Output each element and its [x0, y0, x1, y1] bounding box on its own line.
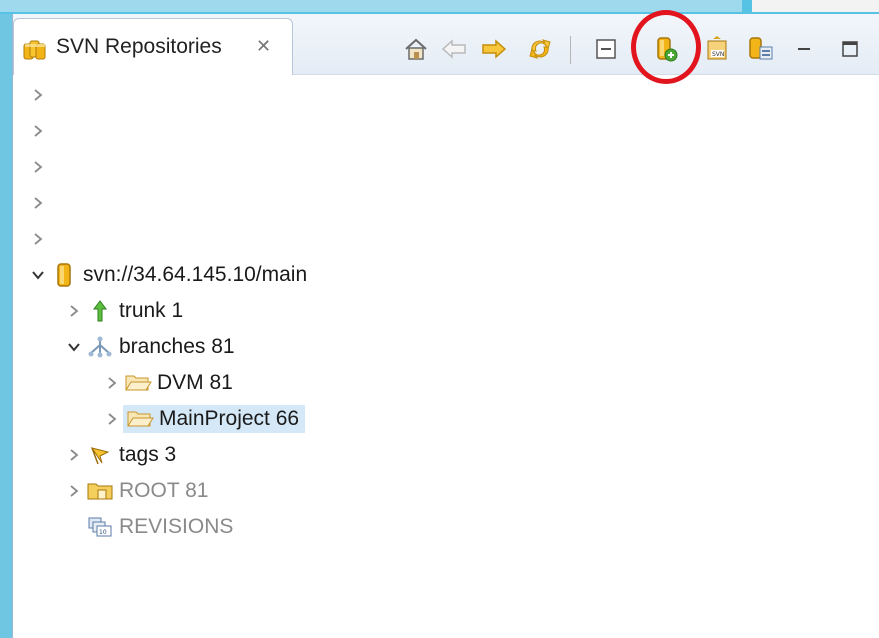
expand-chevron-icon[interactable]: [27, 88, 49, 102]
tree-row-revisions[interactable]: 10 REVISIONS: [85, 510, 239, 544]
refresh-icon: [529, 39, 551, 59]
tree-row-trunk[interactable]: trunk 1: [63, 294, 189, 328]
back-arrow-icon: [441, 39, 466, 59]
expand-chevron-icon[interactable]: [101, 376, 123, 390]
checkout-icon: [749, 37, 773, 60]
expand-chevron-icon[interactable]: [63, 484, 85, 498]
trunk-arrow-icon: [85, 299, 115, 323]
root-label: ROOT 81: [119, 479, 209, 502]
expand-chevron-icon[interactable]: [27, 196, 49, 210]
tags-flag-icon: [85, 444, 115, 466]
import-svn-button[interactable]: SVN: [703, 34, 733, 64]
toolbar-separator: [570, 36, 571, 64]
folder-open-icon: [123, 372, 153, 394]
side-panel-edge: [752, 0, 879, 12]
expand-chevron-icon[interactable]: [27, 160, 49, 174]
tree-row-tags[interactable]: tags 3: [63, 438, 182, 472]
branches-icon: [85, 335, 115, 359]
back-button[interactable]: [439, 34, 469, 64]
root-folder-icon: [85, 480, 115, 502]
tree-row-collapsed[interactable]: [27, 186, 49, 220]
maximize-icon: [842, 41, 858, 57]
tree-row-collapsed[interactable]: [27, 114, 49, 148]
tags-label: tags 3: [119, 443, 177, 466]
expand-chevron-icon[interactable]: [63, 304, 85, 318]
svn-repositories-view: SVN Repositories ✕ SVN svn://34.64.145.1…: [12, 10, 879, 638]
svg-text:SVN: SVN: [712, 51, 724, 58]
tree-row-collapsed[interactable]: [27, 222, 49, 256]
collapse-chevron-icon[interactable]: [27, 269, 49, 281]
maximize-button[interactable]: [835, 34, 865, 64]
revisions-label: REVISIONS: [119, 515, 234, 538]
expand-chevron-icon[interactable]: [27, 124, 49, 138]
forward-arrow-icon: [482, 39, 507, 59]
editor-area-edge: [0, 0, 742, 12]
minimize-icon: [798, 48, 810, 50]
close-tab-icon[interactable]: ✕: [256, 36, 271, 57]
collapse-all-icon: [596, 39, 616, 59]
window-top-strip: [0, 0, 879, 14]
new-repository-location-icon: [657, 37, 678, 62]
collapse-all-button[interactable]: [591, 34, 621, 64]
dvm-label: DVM 81: [157, 371, 233, 394]
tree-row-collapsed[interactable]: [27, 78, 49, 112]
trunk-label: trunk 1: [119, 299, 184, 322]
collapse-chevron-icon[interactable]: [63, 341, 85, 353]
repository-icon: [49, 262, 79, 288]
tab-svn-repositories[interactable]: SVN Repositories ✕: [13, 18, 293, 75]
minimize-button[interactable]: [789, 34, 819, 64]
mainproject-label: MainProject 66: [159, 407, 300, 430]
forward-button[interactable]: [479, 34, 509, 64]
tree-row-root[interactable]: ROOT 81: [63, 474, 214, 508]
svg-text:10: 10: [99, 529, 107, 536]
new-repository-location-button[interactable]: [651, 34, 681, 64]
refresh-button[interactable]: [525, 34, 555, 64]
tree-row-dvm[interactable]: DVM 81: [101, 366, 239, 400]
branches-label: branches 81: [119, 335, 235, 358]
tree-row-repository[interactable]: svn://34.64.145.10/main: [27, 258, 313, 292]
view-header: SVN Repositories ✕ SVN: [13, 10, 879, 84]
import-svn-icon: SVN: [707, 36, 727, 60]
expand-chevron-icon[interactable]: [101, 412, 123, 426]
tree-row-mainproject[interactable]: MainProject 66: [101, 402, 306, 436]
tree-row-collapsed[interactable]: [27, 150, 49, 184]
checkout-button[interactable]: [746, 34, 776, 64]
tab-title: SVN Repositories: [56, 35, 222, 58]
selection-highlight[interactable]: MainProject 66: [123, 405, 306, 433]
repository-url: svn://34.64.145.10/main: [83, 263, 308, 286]
folder-open-icon: [125, 408, 155, 430]
home-button[interactable]: [401, 34, 431, 64]
expand-chevron-icon[interactable]: [27, 232, 49, 246]
home-icon: [405, 38, 427, 60]
expand-chevron-icon[interactable]: [63, 448, 85, 462]
revisions-icon: 10: [85, 515, 115, 539]
tree-row-branches[interactable]: branches 81: [63, 330, 241, 364]
svn-repositories-icon: [22, 37, 48, 68]
